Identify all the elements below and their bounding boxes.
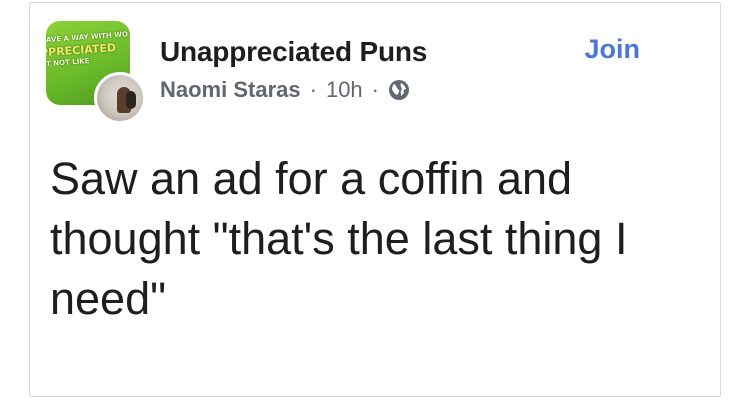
- post-body-text: Saw an ad for a coffin and thought "that…: [50, 153, 628, 324]
- post-card: HAVE A WAY WITH WO PPRECIATED OT NOT LIK…: [29, 2, 721, 397]
- post-meta: Naomi Staras · 10h ·: [160, 77, 410, 103]
- author-name-link[interactable]: Naomi Staras: [160, 77, 301, 103]
- post-timestamp[interactable]: 10h: [326, 77, 363, 103]
- author-avatar[interactable]: [94, 72, 146, 124]
- meta-separator: ·: [371, 77, 379, 102]
- globe-icon[interactable]: [388, 79, 410, 101]
- join-button[interactable]: Join: [584, 34, 640, 65]
- avatar-figure: [126, 91, 136, 109]
- group-name-link[interactable]: Unappreciated Puns: [160, 36, 427, 68]
- meta-separator: ·: [309, 77, 317, 102]
